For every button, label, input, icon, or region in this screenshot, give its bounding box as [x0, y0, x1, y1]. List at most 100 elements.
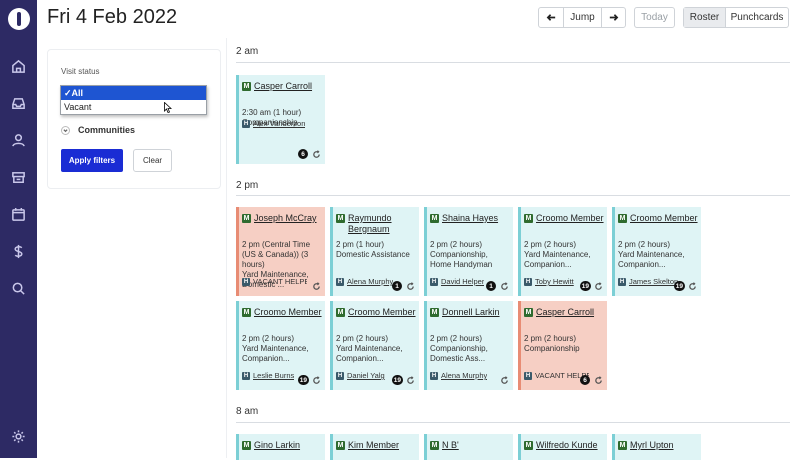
- helper-name[interactable]: Leslie Burns: [253, 371, 294, 380]
- visit-card[interactable]: M Croomo Member 2 pm (2 hours) Yard Mainten…: [236, 301, 325, 390]
- panel-divider: [226, 38, 227, 458]
- time-slot-divider: [236, 195, 790, 196]
- visit-card[interactable]: M Kim Member: [330, 434, 419, 460]
- member-name-link[interactable]: Kim Member: [348, 440, 399, 451]
- helper-name[interactable]: David Helper: [441, 277, 484, 286]
- member-name-link[interactable]: Donnell Larkin: [442, 307, 500, 318]
- member-badge-icon: M: [524, 441, 533, 450]
- visit-details: 2 pm (2 hours) Yard Maintenance, Companio…: [242, 334, 323, 364]
- filter-panel: Visit status ✓All Vacant Communities App…: [47, 49, 221, 189]
- visit-card[interactable]: M Joseph McCray 2 pm (Central Time (US & C…: [236, 207, 325, 296]
- apply-filters-button[interactable]: Apply filters: [61, 149, 123, 172]
- visit-card-header: MN B': [430, 440, 510, 451]
- member-badge-icon: M: [524, 308, 533, 317]
- jump-button[interactable]: Jump: [563, 8, 601, 27]
- gear-icon[interactable]: [0, 418, 37, 455]
- visit-status-dropdown[interactable]: ✓All Vacant: [60, 85, 207, 115]
- recurring-icon: [594, 376, 603, 385]
- visit-card[interactable]: M Wilfredo Kunde: [518, 434, 607, 460]
- dollar-icon[interactable]: [0, 233, 37, 270]
- member-name-link[interactable]: Shaina Hayes: [442, 213, 498, 224]
- member-name-link[interactable]: Croomo Member: [254, 307, 322, 318]
- visit-card[interactable]: MN B': [424, 434, 513, 460]
- helper-row: H Alena Murphy: [430, 371, 495, 380]
- visit-card[interactable]: M Croomo Member 2 pm (2 hours) Yard Mainten…: [518, 207, 607, 296]
- visit-services: Companionship, Domestic Ass...: [430, 344, 488, 363]
- visit-details: 2 pm (2 hours) Companionship: [524, 334, 605, 354]
- visit-card[interactable]: M Gino Larkin: [236, 434, 325, 460]
- visit-card-header: M Raymundo Bergnaum: [336, 213, 416, 235]
- roster-view-button[interactable]: Roster: [684, 8, 725, 27]
- member-name-link[interactable]: Casper Carroll: [254, 81, 312, 92]
- helper-badge-icon: H: [524, 277, 532, 286]
- visit-card[interactable]: M Croomo Member 2 pm (2 hours) Yard Mainten…: [612, 207, 701, 296]
- member-name-link[interactable]: Gino Larkin: [254, 440, 300, 451]
- helper-row: HVACANT HELPER: [242, 277, 307, 286]
- user-icon[interactable]: [0, 122, 37, 159]
- visit-card[interactable]: M Donnell Larkin 2 pm (2 hours) Companionsh…: [424, 301, 513, 390]
- recurring-icon: [312, 150, 321, 159]
- search-icon[interactable]: [0, 270, 37, 307]
- helper-badge-icon: H: [524, 371, 532, 380]
- visit-status-option-vacant[interactable]: Vacant: [61, 100, 206, 114]
- member-badge-icon: M: [430, 308, 439, 317]
- helper-badge-icon: H: [242, 371, 250, 380]
- communities-toggle[interactable]: Communities: [61, 125, 135, 135]
- page-title: Fri 4 Feb 2022: [47, 6, 178, 28]
- member-name-link[interactable]: Wilfredo Kunde: [536, 440, 598, 451]
- side-nav-rail: [0, 0, 37, 458]
- member-badge-icon: M: [242, 214, 251, 223]
- visit-card-header: M Gino Larkin: [242, 440, 322, 451]
- helper-name[interactable]: Alena Murphy: [441, 371, 487, 380]
- visit-services: Domestic Assistance: [336, 250, 410, 259]
- app-logo-icon[interactable]: [7, 8, 30, 30]
- member-name-link[interactable]: Joseph McCray: [254, 213, 317, 224]
- visit-status-option-all[interactable]: ✓All: [61, 86, 206, 100]
- member-badge-icon: M: [336, 441, 345, 450]
- helper-badge-icon: H: [618, 277, 626, 286]
- previous-day-button[interactable]: [539, 8, 563, 27]
- visit-card-header: M Donnell Larkin: [430, 307, 510, 318]
- member-badge-icon: M: [336, 308, 345, 317]
- visit-details: 2 pm (2 hours) Yard Maintenance, Companio…: [336, 334, 417, 364]
- clear-filters-button[interactable]: Clear: [133, 149, 172, 172]
- punchcards-view-button[interactable]: Punchcards: [725, 8, 788, 27]
- helper-name[interactable]: Alena Murphy: [347, 277, 393, 286]
- helper-name: VACANT HELPER: [253, 277, 307, 286]
- visit-card[interactable]: M Casper Carroll 2 pm (2 hours) Companionsh…: [518, 301, 607, 390]
- helper-name[interactable]: Daniel Yalg: [347, 371, 385, 380]
- visit-count-badge: 1: [392, 281, 402, 291]
- member-name-link[interactable]: Croomo Member: [536, 213, 604, 224]
- visit-card-header: M Casper Carroll: [242, 81, 322, 92]
- home-icon[interactable]: [0, 48, 37, 85]
- recurring-icon: [312, 282, 321, 291]
- visit-card[interactable]: M Casper Carroll 2:30 am (1 hour) Companion…: [236, 75, 325, 164]
- inbox-icon[interactable]: [0, 85, 37, 122]
- next-day-button[interactable]: [601, 8, 625, 27]
- member-name-link[interactable]: Raymundo Bergnaum: [348, 213, 416, 235]
- visit-card[interactable]: M Croomo Member 2 pm (2 hours) Yard Mainten…: [330, 301, 419, 390]
- visit-card[interactable]: M Shaina Hayes 2 pm (2 hours) Companionship…: [424, 207, 513, 296]
- visit-time: 2 pm (Central Time (US & Canada)) (3 hou…: [242, 240, 311, 269]
- chevron-down-icon: [61, 125, 70, 135]
- helper-name[interactable]: Toby Hewitt: [535, 277, 574, 286]
- visit-details: 2 pm (2 hours) Yard Maintenance, Companio…: [618, 240, 699, 270]
- today-group: Today: [634, 7, 675, 28]
- visit-time: 2:30 am (1 hour): [242, 108, 302, 117]
- visit-card[interactable]: M Myrl Upton: [612, 434, 701, 460]
- member-name-link[interactable]: Croomo Member: [348, 307, 416, 318]
- visit-services: Companionship, Home Handyman: [430, 250, 493, 269]
- helper-name[interactable]: James Skelton: [629, 277, 678, 286]
- member-name-link[interactable]: Casper Carroll: [536, 307, 594, 318]
- today-button[interactable]: Today: [635, 8, 674, 27]
- archive-icon[interactable]: [0, 159, 37, 196]
- calendar-icon[interactable]: [0, 196, 37, 233]
- helper-name[interactable]: Alex Vanderzon: [253, 119, 305, 128]
- arrow-left-icon: [546, 14, 555, 21]
- member-name-link[interactable]: N B': [442, 440, 459, 451]
- member-name-link[interactable]: Croomo Member: [630, 213, 698, 224]
- member-name-link[interactable]: Myrl Upton: [630, 440, 674, 451]
- visit-time: 2 pm (2 hours): [524, 334, 577, 343]
- visit-time: 2 pm (2 hours): [618, 240, 671, 249]
- visit-card[interactable]: M Raymundo Bergnaum 2 pm (1 hour) Domestic …: [330, 207, 419, 296]
